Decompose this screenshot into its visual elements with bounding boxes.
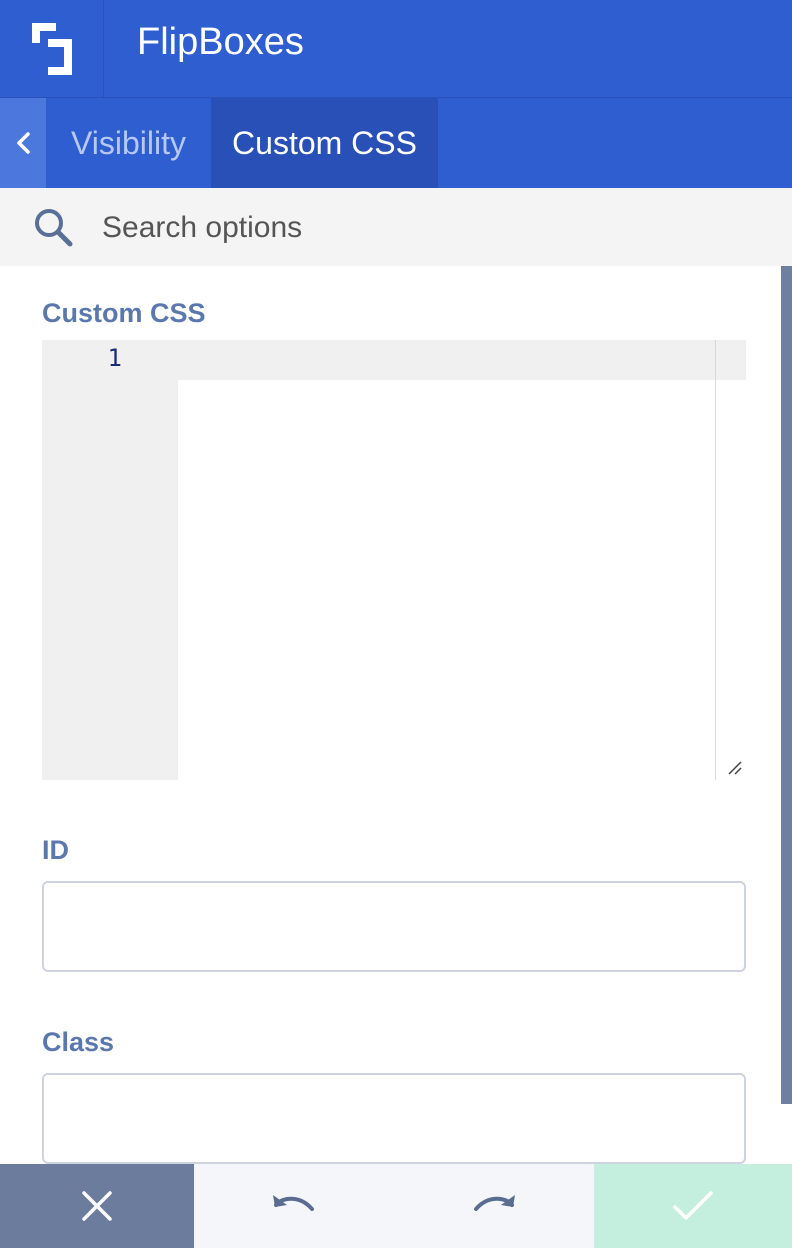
chevron-left-icon <box>17 132 30 154</box>
back-button[interactable] <box>0 98 46 188</box>
active-line-highlight <box>178 340 746 380</box>
search-icon <box>35 209 73 247</box>
class-label: Class <box>42 1027 115 1057</box>
redo-icon <box>474 1195 515 1211</box>
checkmark-icon <box>673 1191 713 1220</box>
undo-button[interactable] <box>194 1164 394 1248</box>
custom-css-label: Custom CSS <box>42 298 206 328</box>
tab-visibility[interactable]: Visibility <box>46 98 211 188</box>
class-field[interactable] <box>42 1073 746 1164</box>
search-input[interactable] <box>100 204 760 252</box>
id-field[interactable] <box>42 881 746 972</box>
id-label: ID <box>42 835 69 865</box>
panel-scrollbar[interactable] <box>781 266 792 1104</box>
custom-css-editor[interactable]: 1 <box>42 340 746 780</box>
resize-handle-icon[interactable] <box>727 760 743 776</box>
logo-button[interactable] <box>0 0 104 98</box>
app-header: FlipBoxes <box>0 0 792 98</box>
tab-custom-css[interactable]: Custom CSS <box>211 98 438 188</box>
undo-icon <box>273 1195 314 1211</box>
builder-logo-icon <box>31 23 72 75</box>
line-gutter: 1 <box>42 340 178 780</box>
action-footer <box>0 1164 792 1248</box>
redo-button[interactable] <box>394 1164 594 1248</box>
panel-tabs: Visibility Custom CSS <box>0 98 792 188</box>
app-title: FlipBoxes <box>137 21 304 63</box>
editor-divider <box>715 340 716 780</box>
save-button[interactable] <box>594 1164 792 1248</box>
close-icon <box>82 1191 112 1221</box>
line-number: 1 <box>107 344 122 372</box>
close-button[interactable] <box>0 1164 194 1248</box>
